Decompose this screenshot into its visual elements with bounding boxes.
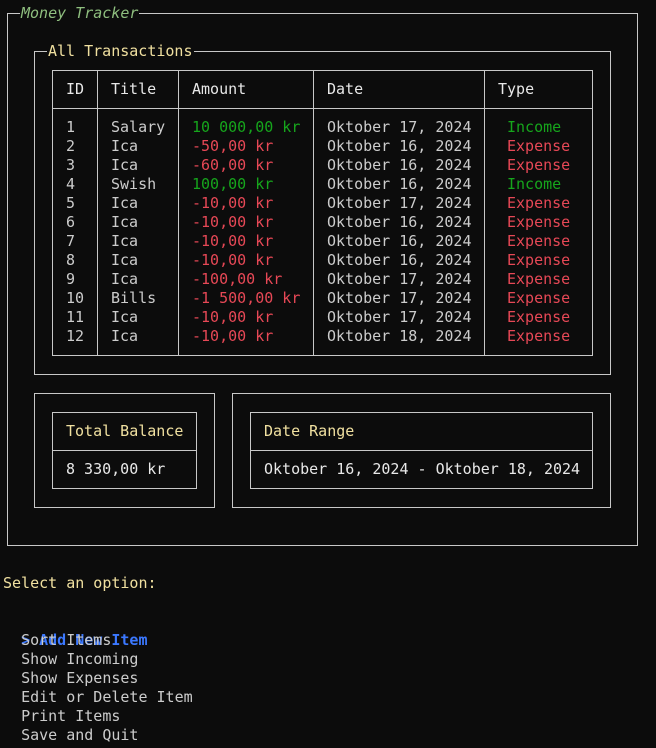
row-type: Expense bbox=[507, 156, 571, 174]
row-date: Oktober 16, 2024 bbox=[327, 156, 472, 174]
row-amount: 100,00 kr bbox=[192, 175, 274, 193]
row-title: Ica bbox=[111, 137, 139, 155]
row-date: Oktober 17, 2024 bbox=[327, 194, 472, 212]
menu-item-label: Print Items bbox=[21, 707, 121, 725]
row-type: Income bbox=[507, 175, 562, 193]
transactions-legend: All Transactions bbox=[47, 42, 194, 60]
menu-prompt: Select an option: bbox=[3, 574, 157, 592]
row-amount: -10,00 kr bbox=[192, 232, 274, 250]
row-title: Ica bbox=[111, 270, 139, 288]
row-id: 1 bbox=[66, 118, 76, 136]
menu-item-label: Save and Quit bbox=[21, 726, 139, 744]
row-id: 8 bbox=[66, 251, 76, 269]
column-divider bbox=[178, 70, 179, 356]
menu-item-label: Sort Items bbox=[21, 631, 112, 649]
row-date: Oktober 17, 2024 bbox=[327, 270, 472, 288]
menu-item-edit-or-delete[interactable]: Edit or Delete Item bbox=[3, 688, 193, 707]
date-range-divider bbox=[250, 450, 593, 451]
column-divider bbox=[484, 70, 485, 356]
column-header-date: Date bbox=[327, 80, 364, 98]
row-type: Expense bbox=[507, 213, 571, 231]
date-range-value: Oktober 16, 2024 - Oktober 18, 2024 bbox=[264, 460, 581, 478]
row-amount: -10,00 kr bbox=[192, 194, 274, 212]
row-date: Oktober 16, 2024 bbox=[327, 251, 472, 269]
row-date: Oktober 16, 2024 bbox=[327, 232, 472, 250]
row-amount: 10 000,00 kr bbox=[192, 118, 301, 136]
row-type: Expense bbox=[507, 289, 571, 307]
row-type: Expense bbox=[507, 308, 571, 326]
row-type: Income bbox=[507, 118, 562, 136]
row-type: Expense bbox=[507, 251, 571, 269]
row-title: Swish bbox=[111, 175, 157, 193]
row-title: Ica bbox=[111, 308, 139, 326]
row-id: 4 bbox=[66, 175, 76, 193]
menu-item-label: Show Expenses bbox=[21, 669, 139, 687]
balance-divider bbox=[52, 450, 197, 451]
balance-label: Total Balance bbox=[66, 422, 184, 440]
column-header-id: ID bbox=[66, 80, 85, 98]
row-title: Ica bbox=[111, 156, 139, 174]
row-type: Expense bbox=[507, 137, 571, 155]
row-title: Ica bbox=[111, 232, 139, 250]
row-type: Expense bbox=[507, 270, 571, 288]
row-id: 5 bbox=[66, 194, 76, 212]
row-amount: -10,00 kr bbox=[192, 251, 274, 269]
row-id: 3 bbox=[66, 156, 76, 174]
row-title: Ica bbox=[111, 251, 139, 269]
row-id: 11 bbox=[66, 308, 85, 326]
row-id: 9 bbox=[66, 270, 76, 288]
row-title: Ica bbox=[111, 194, 139, 212]
row-date: Oktober 16, 2024 bbox=[327, 213, 472, 231]
row-id: 7 bbox=[66, 232, 76, 250]
row-title: Ica bbox=[111, 213, 139, 231]
menu-item-label: Edit or Delete Item bbox=[21, 688, 193, 706]
row-amount: -50,00 kr bbox=[192, 137, 274, 155]
row-date: Oktober 17, 2024 bbox=[327, 118, 472, 136]
row-date: Oktober 16, 2024 bbox=[327, 175, 472, 193]
date-range-label: Date Range bbox=[264, 422, 355, 440]
menu-item-show-expenses[interactable]: Show Expenses bbox=[3, 669, 138, 688]
row-type: Expense bbox=[507, 327, 571, 345]
row-type: Expense bbox=[507, 194, 571, 212]
menu-item-sort-items[interactable]: Sort Items bbox=[3, 631, 111, 650]
row-type: Expense bbox=[507, 232, 571, 250]
menu-item-print-items[interactable]: Print Items bbox=[3, 707, 120, 726]
column-divider bbox=[313, 70, 314, 356]
menu-item-label: Show Incoming bbox=[21, 650, 139, 668]
row-amount: -10,00 kr bbox=[192, 308, 274, 326]
column-header-title: Title bbox=[111, 80, 157, 98]
row-amount: -100,00 kr bbox=[192, 270, 283, 288]
row-date: Oktober 17, 2024 bbox=[327, 289, 472, 307]
row-id: 10 bbox=[66, 289, 85, 307]
row-amount: -1 500,00 kr bbox=[192, 289, 301, 307]
balance-value: 8 330,00 kr bbox=[66, 460, 166, 478]
row-title: Salary bbox=[111, 118, 166, 136]
column-header-amount: Amount bbox=[192, 80, 247, 98]
table-header-divider bbox=[52, 108, 593, 109]
column-header-type: Type bbox=[498, 80, 535, 98]
row-id: 12 bbox=[66, 327, 85, 345]
row-amount: -10,00 kr bbox=[192, 213, 274, 231]
row-id: 6 bbox=[66, 213, 76, 231]
row-date: Oktober 16, 2024 bbox=[327, 137, 472, 155]
row-title: Ica bbox=[111, 327, 139, 345]
row-date: Oktober 17, 2024 bbox=[327, 308, 472, 326]
menu-item-show-incoming[interactable]: Show Incoming bbox=[3, 650, 138, 669]
app-title: Money Tracker bbox=[20, 4, 140, 22]
column-divider bbox=[97, 70, 98, 356]
menu-item-save-and-quit[interactable]: Save and Quit bbox=[3, 726, 138, 745]
row-title: Bills bbox=[111, 289, 157, 307]
row-date: Oktober 18, 2024 bbox=[327, 327, 472, 345]
row-amount: -10,00 kr bbox=[192, 327, 274, 345]
row-id: 2 bbox=[66, 137, 76, 155]
row-amount: -60,00 kr bbox=[192, 156, 274, 174]
